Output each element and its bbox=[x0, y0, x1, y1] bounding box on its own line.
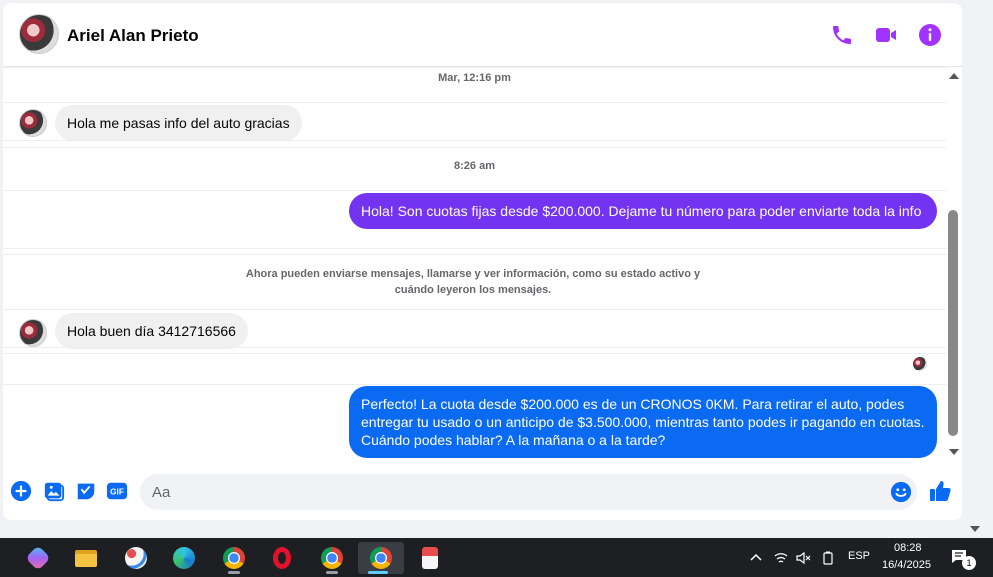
language-indicator[interactable]: ESP bbox=[848, 550, 870, 562]
video-call-icon[interactable] bbox=[874, 23, 898, 47]
info-icon[interactable] bbox=[918, 23, 942, 47]
chrome-profile-icon[interactable] bbox=[312, 542, 352, 574]
chevron-up-icon[interactable] bbox=[748, 550, 764, 566]
paint-icon[interactable] bbox=[116, 542, 156, 574]
timestamp: Mar, 12:16 pm bbox=[438, 72, 511, 84]
file-explorer-icon[interactable] bbox=[66, 542, 106, 574]
clock-time[interactable]: 08:28 bbox=[894, 542, 922, 554]
message-scrollbar[interactable] bbox=[947, 67, 961, 459]
notification-count-badge: 1 bbox=[962, 556, 976, 570]
phone-icon[interactable] bbox=[830, 23, 854, 47]
wifi-icon[interactable] bbox=[773, 550, 789, 566]
opera-icon[interactable] bbox=[262, 542, 302, 574]
gif-label: GIF bbox=[110, 488, 124, 497]
incoming-message[interactable]: Hola buen día 3412716566 bbox=[55, 313, 248, 349]
like-icon[interactable] bbox=[928, 479, 952, 503]
scroll-up-arrow-icon[interactable] bbox=[949, 73, 959, 79]
system-notice: Ahora pueden enviarse mensajes, llamarse… bbox=[245, 268, 701, 296]
message-input[interactable] bbox=[152, 474, 872, 510]
gif-icon[interactable]: GIF bbox=[106, 480, 128, 502]
sender-avatar[interactable] bbox=[19, 109, 47, 137]
clock-date[interactable]: 16/4/2025 bbox=[882, 559, 931, 571]
speaker-muted-icon[interactable] bbox=[795, 550, 811, 566]
scroll-down-arrow-icon[interactable] bbox=[970, 526, 980, 532]
outgoing-message[interactable]: Perfecto! La cuota desde $200.000 es de … bbox=[349, 386, 937, 458]
battery-icon[interactable] bbox=[820, 550, 836, 566]
chat-window: Ariel Alan Prieto Mar, 12:16 pm Hola me … bbox=[3, 3, 962, 520]
message-list[interactable]: Mar, 12:16 pm Hola me pasas info del aut… bbox=[3, 67, 946, 459]
contact-name[interactable]: Ariel Alan Prieto bbox=[67, 26, 199, 46]
message-input-box[interactable] bbox=[140, 474, 917, 510]
scroll-down-arrow-icon[interactable] bbox=[949, 449, 959, 455]
sticker-icon[interactable] bbox=[75, 480, 97, 502]
incoming-message[interactable]: Hola me pasas info del auto gracias bbox=[55, 105, 302, 141]
chrome-profile-2-icon[interactable] bbox=[358, 542, 404, 574]
taskbar: ESP 08:28 16/4/2025 1 bbox=[0, 538, 993, 577]
edge-icon[interactable] bbox=[164, 542, 204, 574]
copilot-icon[interactable] bbox=[18, 542, 58, 574]
composer: GIF bbox=[3, 459, 962, 520]
scrollbar-thumb[interactable] bbox=[948, 210, 958, 436]
chrome-icon[interactable] bbox=[214, 542, 254, 574]
image-icon[interactable] bbox=[43, 480, 65, 502]
contact-avatar[interactable] bbox=[19, 14, 59, 54]
chat-header: Ariel Alan Prieto bbox=[3, 3, 962, 67]
page-scrollbar[interactable] bbox=[962, 0, 993, 538]
sender-avatar[interactable] bbox=[19, 319, 47, 347]
emoji-icon[interactable] bbox=[890, 481, 912, 503]
snipping-tool-icon[interactable] bbox=[410, 542, 450, 574]
read-receipt-row bbox=[3, 353, 946, 385]
plus-icon[interactable] bbox=[10, 480, 32, 502]
read-receipt-avatar bbox=[913, 357, 927, 371]
timestamp: 8:26 am bbox=[454, 160, 495, 172]
outgoing-message[interactable]: Hola! Son cuotas fijas desde $200.000. D… bbox=[349, 193, 937, 229]
